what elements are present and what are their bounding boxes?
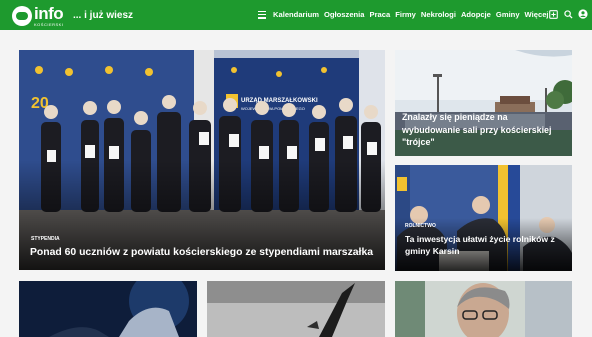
article-tag: STYPENDIA bbox=[31, 236, 60, 242]
article-image-bottom-3 bbox=[395, 281, 572, 337]
menu-icon[interactable] bbox=[258, 10, 266, 19]
side-article-title[interactable]: Znalazły się pieniądze na wybudowanie sa… bbox=[402, 111, 567, 149]
nav-item-wiecej[interactable]: Więcej bbox=[525, 10, 549, 19]
main-article-card[interactable]: 20 URZĄD MARSZAŁKOWSKI WOJEWÓDZTWA POMOR… bbox=[19, 50, 385, 270]
top-bar: info KOŚCIERSKI ... i już wiesz Kalendar… bbox=[0, 0, 592, 30]
nav-item-adopcje[interactable]: Adopcje bbox=[461, 10, 491, 19]
site-logo[interactable]: info KOŚCIERSKI bbox=[12, 4, 64, 27]
main-nav: Kalendarium Ogłoszenia Praca Firmy Nekro… bbox=[258, 10, 549, 19]
nav-item-gminy[interactable]: Gminy bbox=[496, 10, 520, 19]
nav-item-kalendarium[interactable]: Kalendarium bbox=[273, 10, 319, 19]
tagline: ... i już wiesz bbox=[73, 10, 134, 21]
side-article-title-2[interactable]: Ta inwestycja ułatwi życie rolników z gm… bbox=[405, 233, 563, 257]
nav-item-firmy[interactable]: Firmy bbox=[395, 10, 416, 19]
side-article-card[interactable]: Znalazły się pieniądze na wybudowanie sa… bbox=[395, 50, 572, 156]
side-article-card-2[interactable]: ROLNICTWO Ta inwestycja ułatwi życie rol… bbox=[395, 165, 572, 271]
logo-badge-icon bbox=[12, 6, 32, 26]
logo-sub-text: KOŚCIERSKI bbox=[34, 22, 64, 27]
article-card-bottom-2[interactable] bbox=[207, 281, 385, 337]
nav-item-nekrologi[interactable]: Nekrologi bbox=[421, 10, 456, 19]
article-image-bottom-2 bbox=[207, 281, 385, 337]
nav-item-praca[interactable]: Praca bbox=[370, 10, 391, 19]
banner-office-name: URZĄD MARSZAŁKOWSKI bbox=[241, 98, 318, 104]
article-card-bottom-1[interactable] bbox=[19, 281, 197, 337]
logo-main-text: info bbox=[34, 4, 64, 23]
header-tools bbox=[548, 9, 588, 19]
article-card-bottom-3[interactable] bbox=[395, 281, 572, 337]
search-icon[interactable] bbox=[563, 9, 573, 19]
account-icon[interactable] bbox=[578, 9, 588, 19]
side-article-tag: ROLNICTWO bbox=[405, 223, 436, 229]
add-box-icon[interactable] bbox=[548, 9, 558, 19]
article-title[interactable]: Ponad 60 uczniów z powiatu kościerskiego… bbox=[30, 246, 385, 259]
nav-item-ogloszenia[interactable]: Ogłoszenia bbox=[324, 10, 365, 19]
article-image-bottom-1 bbox=[19, 281, 197, 337]
